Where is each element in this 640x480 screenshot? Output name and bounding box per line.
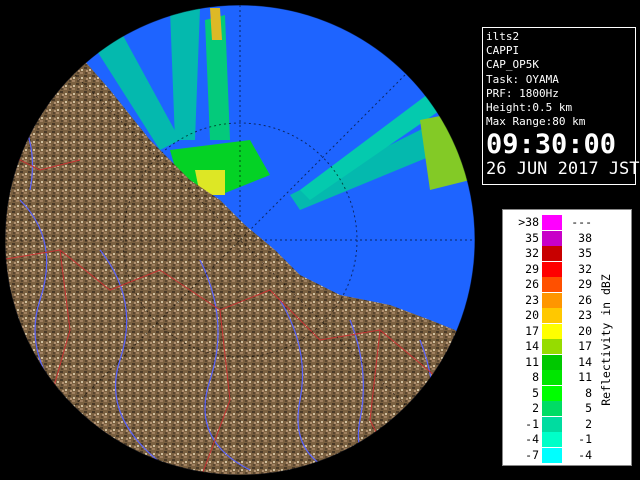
- legend-row: >38 ---: [503, 215, 593, 230]
- legend-row: 26 29: [503, 277, 593, 292]
- legend-row: 29 32: [503, 261, 593, 277]
- radar-map-canvas: [0, 0, 480, 480]
- info-box: ilts2 CAPPI CAP_OP5K Task: OYAMA PRF: 18…: [482, 27, 640, 185]
- legend-color-swatch: [542, 215, 562, 230]
- legend-row: 17 20: [503, 323, 593, 339]
- legend-color-swatch: [542, 370, 562, 385]
- legend-lower-value: 20: [525, 308, 539, 322]
- height-label: Height:0.5 km: [486, 101, 573, 115]
- legend-lower-value: 14: [525, 339, 539, 353]
- legend-upper-value: -4: [578, 447, 592, 462]
- legend-row: -1 2: [503, 416, 593, 432]
- legend-upper-value: 11: [578, 370, 592, 384]
- legend-row: 25: [503, 401, 593, 416]
- legend-lower-value: 23: [525, 292, 539, 307]
- legend-color-swatch: [542, 447, 562, 463]
- legend-row: 35 38: [503, 230, 593, 246]
- legend-color-swatch: [542, 339, 562, 354]
- legend-upper-value: 35: [578, 246, 592, 260]
- legend-lower-value: 26: [525, 277, 539, 291]
- legend-row: 11 14: [503, 354, 593, 370]
- legend-upper-value: 23: [578, 308, 592, 322]
- legend-color-swatch: [542, 323, 562, 339]
- radar-map[interactable]: [0, 0, 480, 480]
- legend-upper-value: 5: [585, 401, 592, 415]
- legend-upper-value: -1: [578, 432, 592, 446]
- legend-lower-value: 11: [525, 354, 539, 369]
- legend-upper-value: ---: [571, 215, 592, 229]
- date-label: 26 JUN 2017 JST: [486, 159, 640, 180]
- legend-color-swatch: [542, 246, 562, 261]
- reflectivity-legend: >38 --- 35 38 32 35 29 32 26 29 23 26 20 23 17 20 14 17 11…: [502, 209, 632, 466]
- legend-upper-value: 29: [578, 277, 592, 291]
- product-code: CAP_OP5K: [486, 58, 539, 72]
- legend-color-swatch: [542, 277, 562, 292]
- side-panel: ilts2 CAPPI CAP_OP5K Task: OYAMA PRF: 18…: [480, 0, 640, 480]
- legend-row: -4 -1: [503, 432, 593, 447]
- legend-upper-value: 20: [578, 323, 592, 338]
- product-name: CAPPI: [486, 44, 520, 58]
- legend-row: 23 26: [503, 292, 593, 308]
- legend-row: 20 23: [503, 308, 593, 323]
- legend-lower-value: 35: [525, 230, 539, 245]
- max-range-label: Max Range:80 km: [486, 115, 586, 129]
- legend-upper-value: 38: [578, 230, 592, 245]
- legend-lower-value: 32: [525, 246, 539, 260]
- legend-lower-value: 17: [525, 323, 539, 338]
- legend-upper-value: 8: [585, 385, 592, 400]
- legend-upper-value: 26: [578, 292, 592, 307]
- task-label: Task: OYAMA: [486, 72, 559, 86]
- legend-color-swatch: [542, 354, 562, 370]
- legend-title: Reflectivity in dBZ: [599, 274, 613, 406]
- legend-color-swatch: [542, 432, 562, 447]
- legend-color-swatch: [542, 308, 562, 323]
- legend-upper-value: 2: [585, 416, 592, 431]
- legend-row: 8 11: [503, 370, 593, 385]
- legend-lower-value: -1: [525, 416, 539, 431]
- legend-row: 32 35: [503, 246, 593, 261]
- legend-upper-value: 17: [578, 339, 592, 353]
- time-label: 09:30:00: [486, 129, 617, 161]
- legend-lower-value: 29: [525, 261, 539, 276]
- legend-lower-value: 8: [532, 370, 539, 384]
- legend-color-swatch: [542, 261, 562, 277]
- legend-row: 14 17: [503, 339, 593, 354]
- legend-color-swatch: [542, 401, 562, 416]
- legend-row: -7 -4: [503, 447, 593, 463]
- legend-color-swatch: [542, 230, 562, 246]
- legend-color-swatch: [542, 416, 562, 432]
- legend-upper-value: 14: [578, 354, 592, 369]
- legend-color-swatch: [542, 385, 562, 401]
- legend-row: 58: [503, 385, 593, 401]
- legend-color-swatch: [542, 292, 562, 308]
- legend-lower-value: 2: [532, 401, 539, 415]
- legend-upper-value: 32: [578, 261, 592, 276]
- prf-label: PRF: 1800Hz: [486, 86, 559, 100]
- legend-lower-value: -7: [525, 447, 539, 462]
- site-name: ilts2: [486, 30, 520, 43]
- legend-lower-value: 5: [532, 385, 539, 400]
- legend-lower-value: -4: [525, 432, 539, 446]
- legend-lower-value: >38: [518, 215, 539, 229]
